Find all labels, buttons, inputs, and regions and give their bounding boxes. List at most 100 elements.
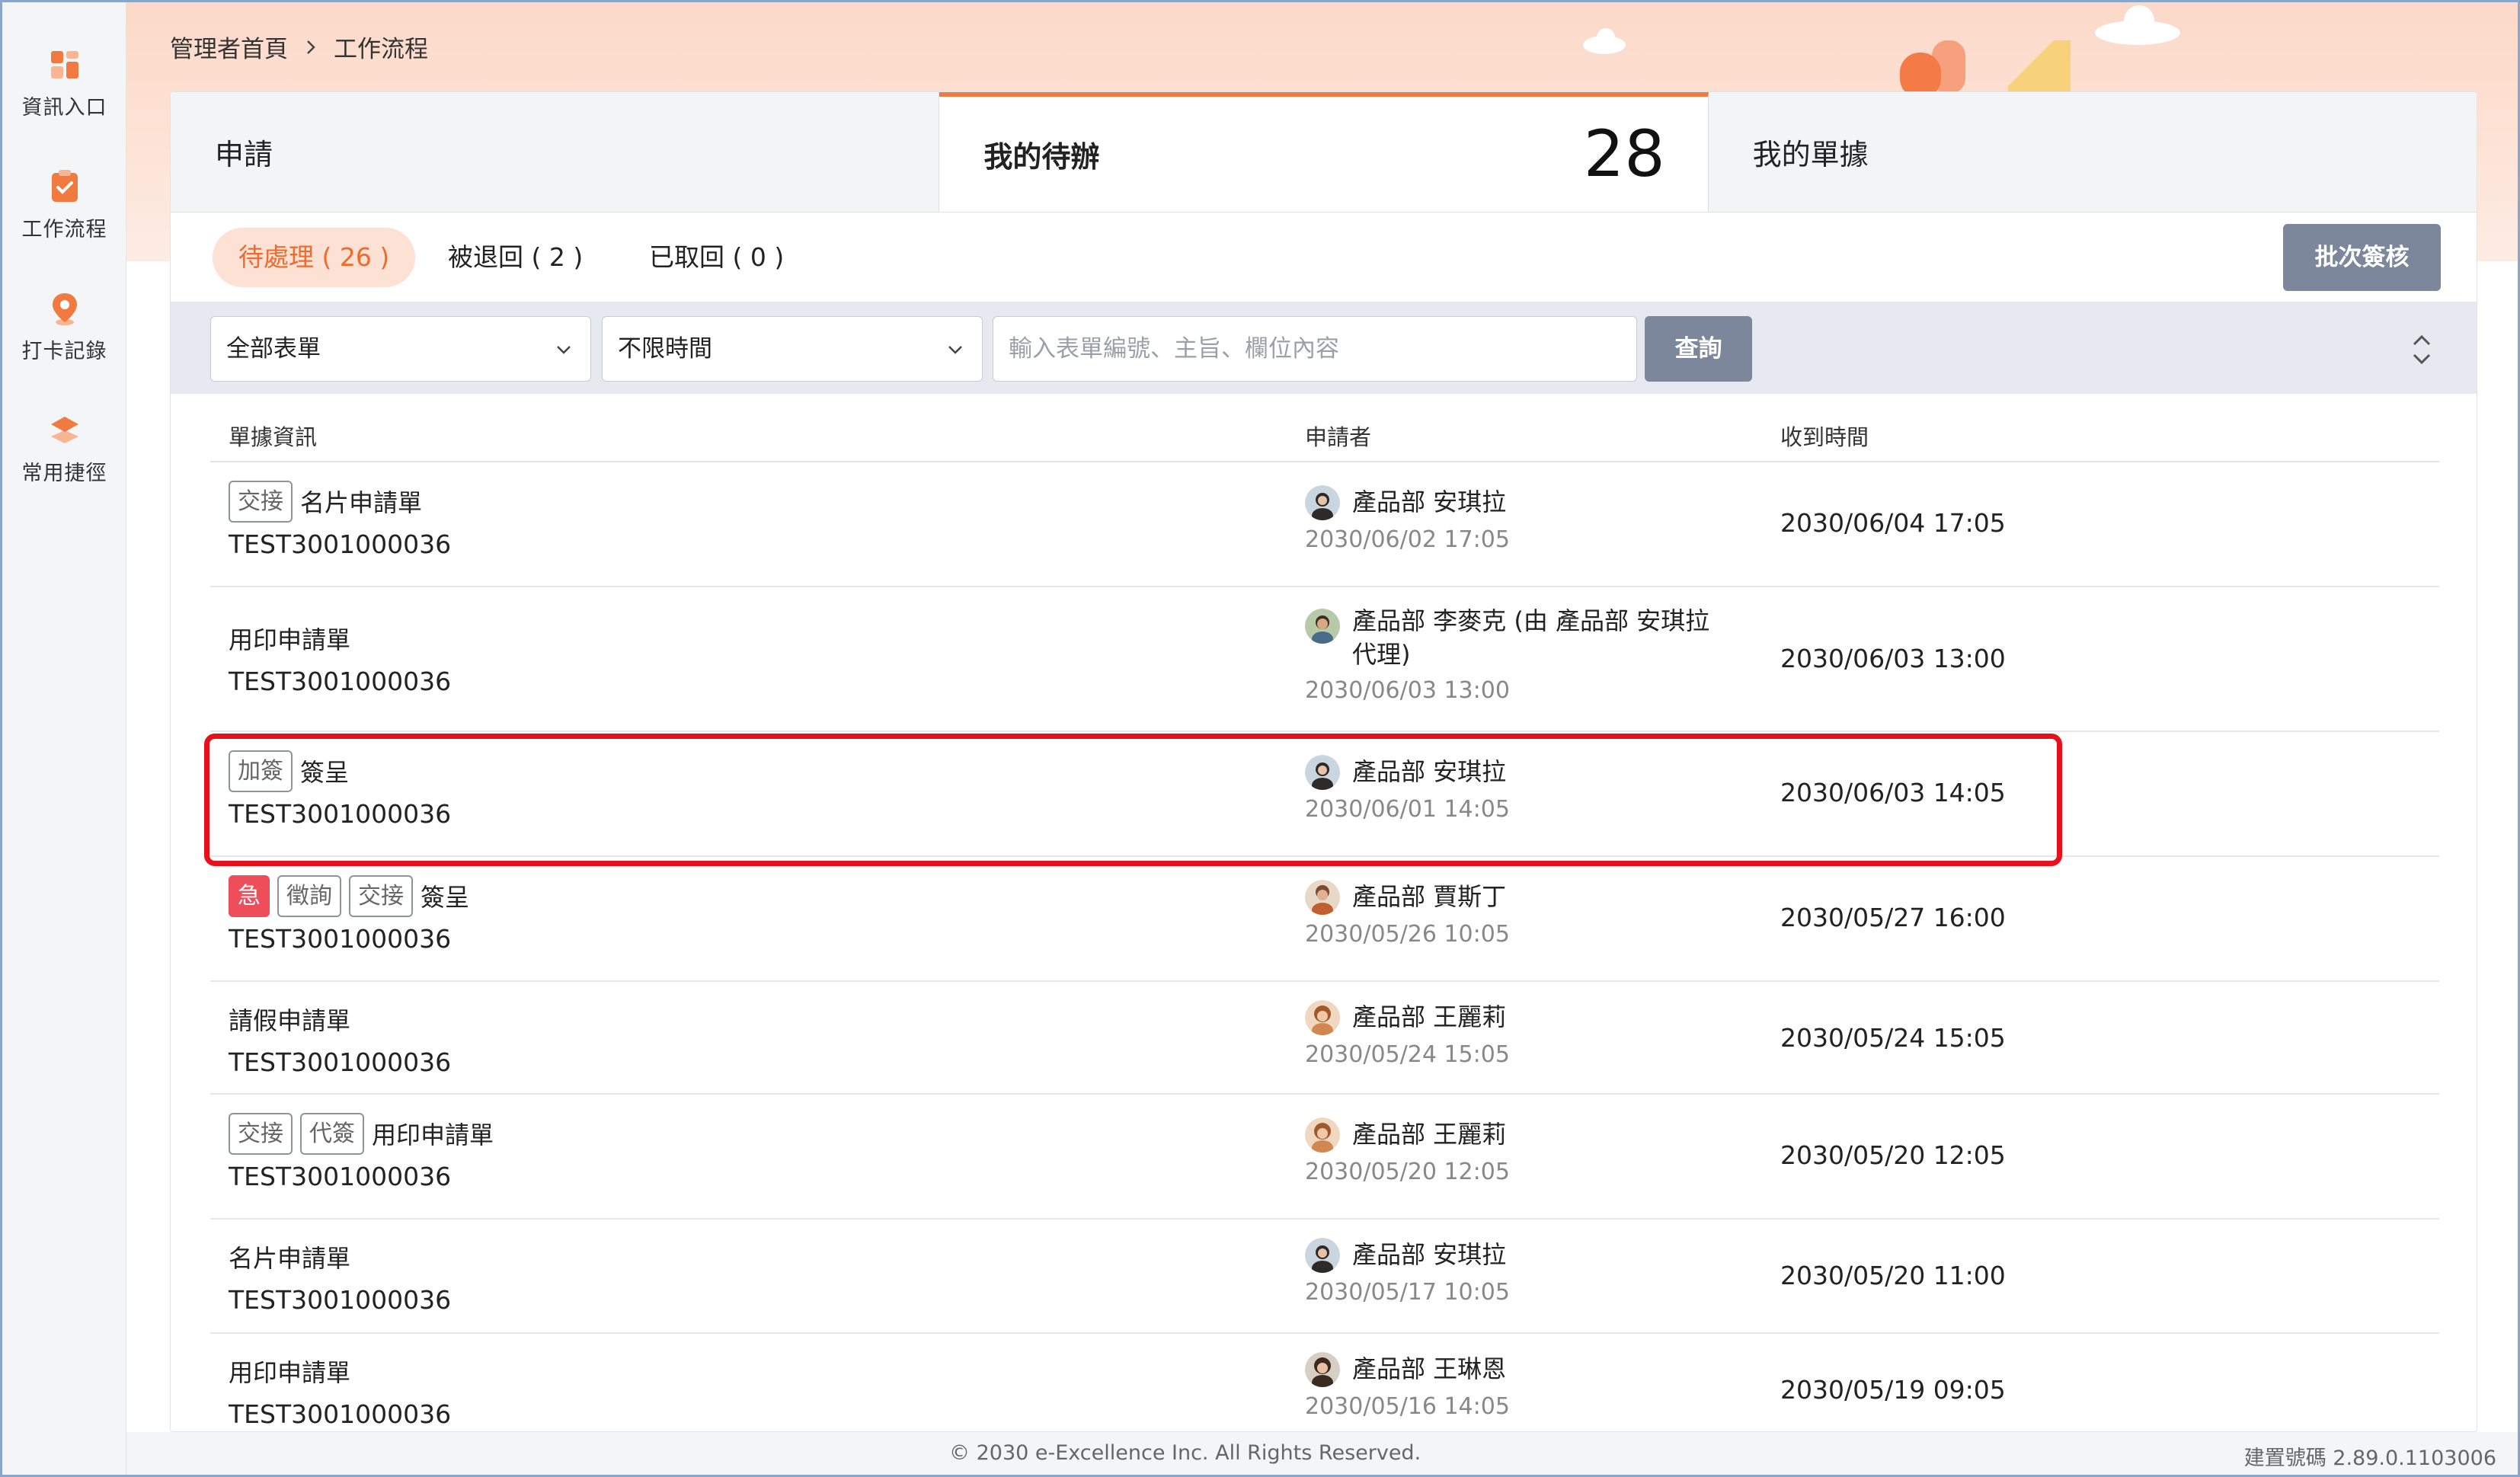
- document-info: 用印申請單 TEST3001000036: [229, 1349, 451, 1429]
- applicant-name: 產品部 王麗莉: [1352, 1120, 1507, 1149]
- document-number: TEST3001000036: [229, 1047, 452, 1077]
- location-pin-icon: [52, 293, 77, 325]
- layers-icon: [50, 417, 78, 443]
- applied-time: 2030/05/17 10:05: [1305, 1279, 1510, 1306]
- applied-time: 2030/06/02 17:05: [1305, 526, 1510, 553]
- form-type-value: 全部表單: [226, 335, 321, 363]
- document-title: 用印申請單: [372, 1121, 494, 1149]
- tag-consult: 徵詢: [277, 874, 341, 917]
- tab-apply[interactable]: 申請: [171, 92, 940, 212]
- received-time: 2030/06/04 17:05: [1780, 508, 2006, 538]
- avatar: [1305, 1238, 1340, 1273]
- applicant-name: 產品部 安琪拉: [1352, 1240, 1507, 1269]
- sidebar-item-portal[interactable]: 資訊入口: [2, 45, 126, 120]
- chevron-down-icon: [557, 346, 571, 354]
- column-header-applicant: 申請者: [1305, 424, 1372, 450]
- document-title: 用印申請單: [229, 625, 351, 654]
- workflow-clipboard-icon: [51, 170, 78, 202]
- document-info: 急 徵詢 交接 簽呈 TEST3001000036: [229, 874, 469, 954]
- document-number: TEST3001000036: [229, 924, 452, 954]
- sidebar-item-label: 打卡記錄: [21, 340, 107, 363]
- query-button[interactable]: 查詢: [1645, 316, 1752, 382]
- time-range-select[interactable]: 不限時間: [602, 316, 983, 382]
- column-header-received: 收到時間: [1780, 424, 1869, 450]
- applicant-name: 產品部 賈斯丁: [1352, 882, 1507, 911]
- applied-time: 2030/05/26 10:05: [1305, 921, 1510, 948]
- received-time: 2030/05/20 12:05: [1780, 1140, 2006, 1170]
- document-info: 交接 代簽 用印申請單 TEST3001000036: [229, 1111, 494, 1191]
- tab-my-todo[interactable]: 我的待辦 28: [939, 92, 1709, 212]
- document-title: 簽呈: [421, 883, 470, 912]
- document-number: TEST3001000036: [229, 1162, 452, 1191]
- avatar: [1305, 609, 1340, 644]
- document-info: 交接 名片申請單 TEST3001000036: [229, 479, 451, 559]
- table-row[interactable]: 交接 名片申請單 TEST3001000036 產品部 安琪拉 2030/06/…: [210, 462, 2439, 587]
- received-time: 2030/05/27 16:00: [1780, 903, 2006, 932]
- subtab-pending[interactable]: 待處理 ( 26 ): [213, 228, 416, 287]
- chevron-down-icon: [948, 346, 962, 354]
- applicant-name: 產品部 王麗莉: [1352, 1002, 1507, 1031]
- sidebar-item-shortcuts[interactable]: 常用捷徑: [2, 411, 126, 486]
- copyright-text: © 2030 e-Excellence Inc. All Rights Rese…: [949, 1441, 1421, 1465]
- time-range-value: 不限時間: [618, 335, 712, 363]
- build-number: 建置號碼 2.89.0.1103006: [2243, 1447, 2496, 1470]
- avatar: [1305, 1352, 1340, 1387]
- document-info: 用印申請單 TEST3001000036: [229, 616, 451, 696]
- document-number: TEST3001000036: [229, 1399, 452, 1429]
- applicant-cell: 產品部 安琪拉 2030/06/02 17:05: [1305, 485, 1510, 553]
- tag-handover: 交接: [229, 1112, 293, 1155]
- tab-label: 申請: [215, 138, 273, 171]
- received-time: 2030/06/03 13:00: [1780, 644, 2006, 673]
- document-info: 名片申請單 TEST3001000036: [229, 1235, 451, 1315]
- form-type-select[interactable]: 全部表單: [210, 316, 591, 382]
- received-time: 2030/05/19 09:05: [1780, 1375, 2006, 1405]
- table-row[interactable]: 用印申請單 TEST3001000036 產品部 王琳恩 2030/05/16 …: [210, 1334, 2439, 1431]
- breadcrumb-home[interactable]: 管理者首頁: [170, 30, 288, 64]
- document-info: 請假申請單 TEST3001000036: [229, 997, 451, 1077]
- tag-handover: 交接: [349, 874, 413, 917]
- sidebar: 資訊入口 工作流程 打卡記錄 常用捷徑: [2, 2, 126, 1475]
- document-title: 請假申請單: [229, 1006, 351, 1035]
- avatar: [1305, 485, 1340, 520]
- subtab-withdrawn[interactable]: 已取回 ( 0 ): [623, 228, 810, 287]
- applied-time: 2030/05/16 14:05: [1305, 1393, 1510, 1420]
- chevron-right-icon: [307, 40, 315, 54]
- building-decoration-icon: [1900, 40, 2071, 94]
- footer: © 2030 e-Excellence Inc. All Rights Rese…: [126, 1432, 2518, 1475]
- breadcrumb-current: 工作流程: [334, 36, 428, 63]
- sidebar-item-label: 資訊入口: [21, 96, 107, 120]
- tab-my-documents[interactable]: 我的單據: [1708, 92, 2477, 212]
- applicant-cell: 產品部 李麥克 (由 產品部 安琪拉 代理) 2030/06/03 13:00: [1305, 604, 1716, 704]
- document-title: 名片申請單: [300, 488, 423, 517]
- sidebar-item-workflow[interactable]: 工作流程: [2, 167, 126, 242]
- received-time: 2030/05/20 11:00: [1780, 1261, 2006, 1290]
- portal-grid-icon: [50, 51, 78, 78]
- applicant-name: 產品部 李麥克 (由 產品部 安琪拉 代理): [1352, 606, 1710, 669]
- table-row[interactable]: 名片申請單 TEST3001000036 產品部 安琪拉 2030/05/17 …: [210, 1220, 2439, 1334]
- batch-approve-button[interactable]: 批次簽核: [2283, 224, 2441, 291]
- table-row[interactable]: 用印申請單 TEST3001000036 產品部 李麥克 (由 產品部 安琪拉 …: [210, 587, 2439, 732]
- subtab-returned[interactable]: 被退回 ( 2 ): [422, 228, 609, 287]
- tab-label: 我的待辦: [983, 140, 1100, 174]
- table-row[interactable]: 急 徵詢 交接 簽呈 TEST3001000036 產品部 賈斯丁 2030/0…: [210, 857, 2439, 982]
- cloud-decoration-icon: [1583, 28, 1626, 54]
- received-time: 2030/05/24 15:05: [1780, 1023, 2006, 1053]
- avatar: [1305, 1117, 1340, 1153]
- document-title: 用印申請單: [229, 1358, 351, 1387]
- search-input[interactable]: [993, 316, 1637, 382]
- document-number: TEST3001000036: [229, 529, 452, 559]
- document-title: 名片申請單: [229, 1244, 351, 1273]
- tag-handover: 交接: [229, 480, 293, 523]
- document-number: TEST3001000036: [229, 1285, 452, 1315]
- table-row[interactable]: 請假申請單 TEST3001000036 產品部 王麗莉 2030/05/24 …: [210, 982, 2439, 1095]
- applicant-cell: 產品部 王麗莉 2030/05/24 15:05: [1305, 1000, 1510, 1068]
- table-header: 單據資訊 申請者 收到時間: [210, 394, 2439, 462]
- sidebar-item-label: 常用捷徑: [21, 462, 107, 485]
- table-row[interactable]: 交接 代簽 用印申請單 TEST3001000036 產品部 王麗莉 2030/…: [210, 1095, 2439, 1220]
- column-header-info: 單據資訊: [229, 424, 318, 450]
- document-number: TEST3001000036: [229, 667, 452, 696]
- sidebar-item-checkin[interactable]: 打卡記錄: [2, 289, 126, 364]
- tag-urgent: 急: [229, 874, 270, 917]
- expand-collapse-icon[interactable]: [2406, 331, 2437, 369]
- cloud-decoration-icon: [2095, 5, 2180, 45]
